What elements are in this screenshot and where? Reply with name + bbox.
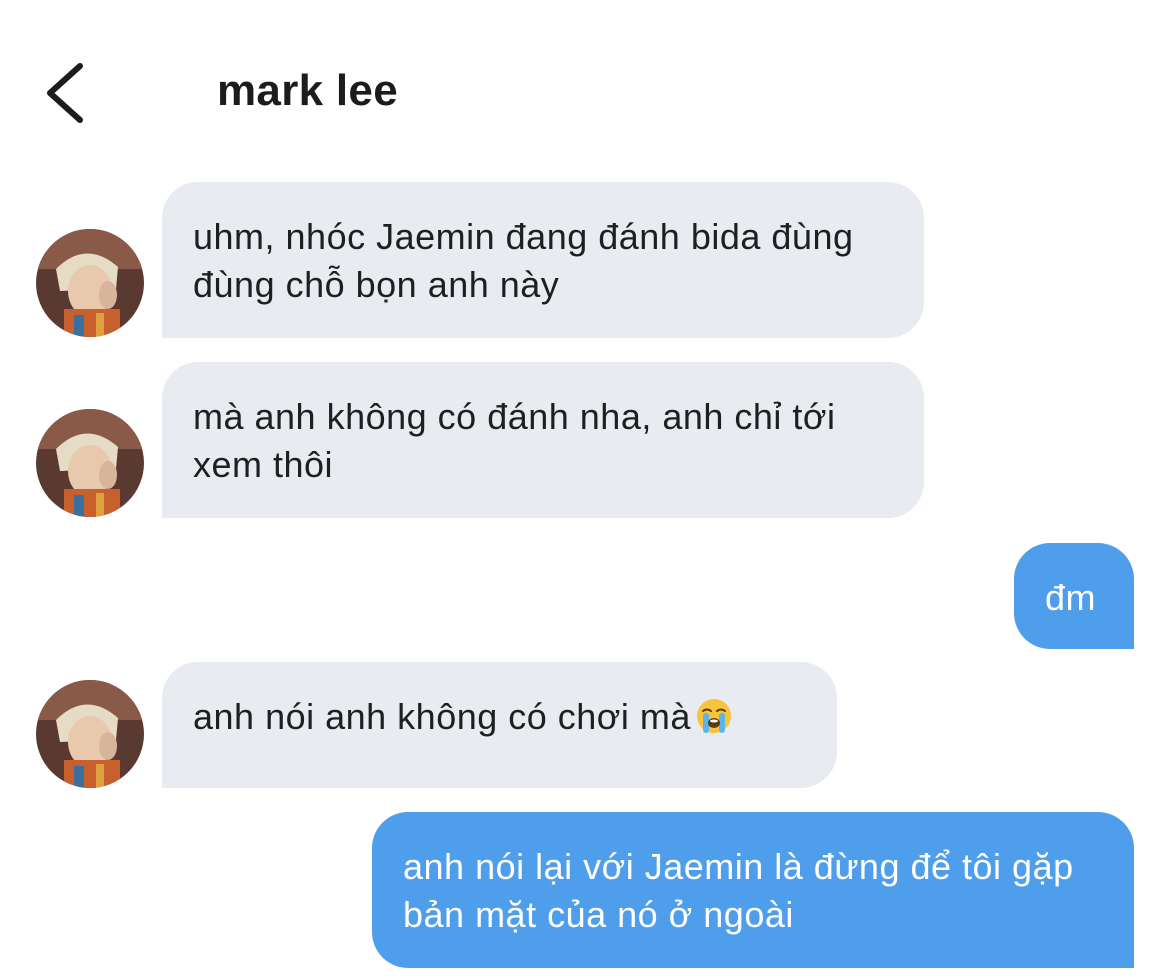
message-text: anh nói lại với Jaemin là đừng để tôi gặ… — [403, 846, 1074, 935]
message-bubble-incoming[interactable]: mà anh không có đánh nha, anh chỉ tới xe… — [162, 362, 924, 518]
message-bubble-incoming[interactable]: anh nói anh không có chơi mà — [162, 662, 837, 788]
avatar-photo — [36, 680, 144, 788]
loudly-crying-face-icon — [696, 699, 731, 733]
message-bubble-outgoing[interactable]: anh nói lại với Jaemin là đừng để tôi gặ… — [372, 812, 1134, 968]
contact-avatar[interactable] — [36, 409, 144, 517]
message-text: uhm, nhóc Jaemin đang đánh bida đùng đùn… — [193, 216, 854, 305]
message-text: anh nói anh không có chơi mà — [193, 696, 691, 737]
avatar-photo — [36, 409, 144, 517]
message-thread: uhm, nhóc Jaemin đang đánh bida đùng đùn… — [0, 0, 1169, 977]
contact-avatar[interactable] — [36, 229, 144, 337]
message-bubble-incoming[interactable]: uhm, nhóc Jaemin đang đánh bida đùng đùn… — [162, 182, 924, 338]
message-text: mà anh không có đánh nha, anh chỉ tới xe… — [193, 396, 836, 485]
contact-avatar[interactable] — [36, 680, 144, 788]
avatar-photo — [36, 229, 144, 337]
message-bubble-outgoing[interactable]: đm — [1014, 543, 1134, 649]
message-text: đm — [1045, 577, 1097, 618]
